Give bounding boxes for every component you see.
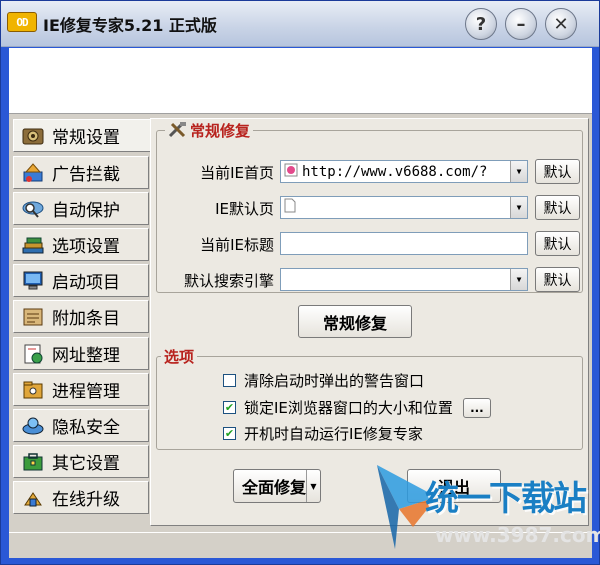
sidebar-item-label: 选项设置 [52,237,120,257]
full-repair-label: 全面修复 [242,478,307,497]
ie-page-icon [284,163,298,181]
search-engine-default-button[interactable]: 默认 [535,267,580,292]
chevron-down-icon[interactable]: ▼ [306,470,320,502]
search-engine-label: 默认搜索引擎 [183,272,274,290]
ie-title-label: 当前IE标题 [200,236,274,254]
sidebar-item-other[interactable]: 其它设置 [13,445,149,478]
default-page-label: IE默认页 [215,200,274,218]
repair-group-title: 常规修复 [165,120,254,142]
sidebar-item-label: 启动项目 [52,273,120,293]
sidebar-item-general-settings[interactable]: 常规设置 [13,119,151,152]
checkbox-checked[interactable]: ✔ [223,401,236,414]
repair-group-title-text: 常规修复 [190,122,251,140]
books-icon [20,233,46,257]
sidebar-item-process[interactable]: 进程管理 [13,373,149,406]
ad-block-icon [20,161,46,185]
homepage-combo[interactable]: http://www.v6688.com/? ▼ [280,160,528,183]
option-label: 清除启动时弹出的警告窗口 [244,372,425,390]
globe-lock-icon [20,414,46,438]
option-clear-startup-warning[interactable]: 清除启动时弹出的警告窗口 [223,370,424,391]
full-repair-button[interactable]: 全面修复 ▼ [233,469,321,503]
sidebar-item-label: 进程管理 [52,382,120,402]
app-window: OD IE修复专家5.21 正式版 ? – ✕ 常规设置 广告拦截 自动保护 选… [0,0,600,565]
sidebar-item-ad-block[interactable]: 广告拦截 [13,156,149,189]
sidebar-item-label: 自动保护 [52,201,120,221]
upgrade-icon [20,486,46,510]
sidebar-item-label: 附加条目 [52,309,120,329]
help-button[interactable]: ? [465,8,497,40]
option-label: 开机时自动运行IE修复专家 [244,425,423,443]
folder-process-icon [20,378,46,402]
web-document-icon [20,342,46,366]
tools-icon [168,122,188,142]
sidebar-item-label: 常规设置 [52,128,120,148]
exit-button[interactable]: 退出 [407,469,501,503]
sidebar-item-label: 其它设置 [52,454,120,474]
sidebar-item-addons[interactable]: 附加条目 [13,300,149,333]
options-group-title: 选项 [161,346,198,367]
sidebar-item-label: 广告拦截 [52,165,120,185]
ie-title-default-button[interactable]: 默认 [535,231,580,256]
homepage-default-button[interactable]: 默认 [535,159,580,184]
sidebar-item-label: 在线升级 [52,490,120,510]
sidebar-item-label: 隐私安全 [52,418,120,438]
sidebar-item-privacy[interactable]: 隐私安全 [13,409,149,442]
sidebar-item-auto-protect[interactable]: 自动保护 [13,192,149,225]
sidebar-item-startup[interactable]: 启动项目 [13,264,149,297]
option-lock-window[interactable]: ✔ 锁定IE浏览器窗口的大小和位置 ... [223,397,491,418]
search-engine-combo[interactable]: ▼ [280,268,528,291]
app-logo-icon: OD [7,12,37,32]
blank-page-icon [284,198,296,217]
sidebar-item-url-organize[interactable]: 网址整理 [13,337,149,370]
status-bar [9,532,592,558]
sidebar-item-online-upgrade[interactable]: 在线升级 [13,481,149,514]
general-repair-button[interactable]: 常规修复 [298,305,412,338]
homepage-value: http://www.v6688.com/? [302,163,488,180]
options-group: 选项 清除启动时弹出的警告窗口 ✔ 锁定IE浏览器窗口的大小和位置 ... ✔ … [156,346,583,450]
title-bar[interactable]: OD IE修复专家5.21 正式版 ? – ✕ [1,1,599,47]
banner-area [9,48,592,114]
chevron-down-icon[interactable]: ▼ [510,269,527,290]
chevron-down-icon[interactable]: ▼ [510,161,527,182]
window-title: IE修复专家5.21 正式版 [43,16,217,35]
monitor-icon [20,269,46,293]
close-button[interactable]: ✕ [545,8,577,40]
general-settings-panel: 常规修复 当前IE首页 http://www.v6688.com/? ▼ 默认 … [150,118,589,526]
ie-title-input[interactable] [280,232,528,255]
default-page-combo[interactable]: ▼ [280,196,528,219]
sidebar-item-label: 网址整理 [52,346,120,366]
client-area: 常规设置 广告拦截 自动保护 选项设置 启动项目 附加条目 网址整理 进程管理 … [9,48,592,558]
settings-gear-icon [20,124,46,148]
checkbox-checked[interactable]: ✔ [223,427,236,440]
default-page-default-button[interactable]: 默认 [535,195,580,220]
option-label: 锁定IE浏览器窗口的大小和位置 [244,399,453,417]
magnifier-shield-icon [20,197,46,221]
lock-window-more-button[interactable]: ... [462,397,491,418]
sidebar-item-options[interactable]: 选项设置 [13,228,149,261]
homepage-label: 当前IE首页 [200,164,274,182]
chevron-down-icon[interactable]: ▼ [510,197,527,218]
scroll-icon [20,305,46,329]
toolbox-icon [20,450,46,474]
repair-group: 常规修复 当前IE首页 http://www.v6688.com/? ▼ 默认 … [156,120,583,293]
option-autorun[interactable]: ✔ 开机时自动运行IE修复专家 [223,423,423,444]
checkbox[interactable] [223,374,236,387]
minimize-button[interactable]: – [505,8,537,40]
